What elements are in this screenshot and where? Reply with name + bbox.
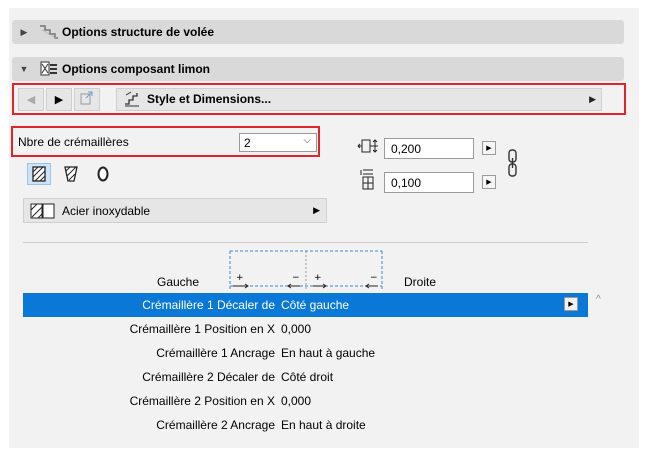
height-options-button[interactable]: ▶ xyxy=(482,175,496,189)
row-value[interactable]: Côté droit xyxy=(278,370,333,384)
row-value[interactable]: Côté gauche xyxy=(278,298,349,312)
row-name: Crémaillère 1 Décaler de xyxy=(142,298,275,312)
round-profile-button[interactable] xyxy=(91,163,115,185)
expand-arrow-icon: ▶ xyxy=(20,26,28,37)
table-row[interactable]: Crémaillère 1 Décaler de Côté gauche ▶ xyxy=(23,293,588,317)
profile-shape-selector xyxy=(27,163,115,185)
rectangular-profile-button[interactable] xyxy=(27,163,51,185)
next-arrow-icon: ▶ xyxy=(54,93,64,106)
chain-link-icon[interactable] xyxy=(507,148,519,181)
section-divider xyxy=(23,242,588,243)
chevron-down-icon: ⌵ xyxy=(303,135,311,146)
width-options-button[interactable]: ▶ xyxy=(482,141,496,155)
stringer-count-value: 2 xyxy=(244,135,251,150)
right-side-label: Droite xyxy=(404,275,437,289)
table-row[interactable]: Crémaillère 1 Position en X 0,000 xyxy=(23,317,588,341)
row-name: Crémaillère 2 Décaler de xyxy=(142,370,275,384)
svg-text:−: − xyxy=(292,273,300,283)
width-value: 0,200 xyxy=(391,141,422,156)
row-name: Crémaillère 2 Position en X xyxy=(129,394,275,408)
next-page-button[interactable]: ▶ xyxy=(46,87,72,111)
stringer-settings-table: Crémaillère 1 Décaler de Côté gauche ▶ Crém… xyxy=(23,293,588,437)
row-name: Crémaillère 2 Ancrage xyxy=(156,418,275,432)
section-structure-label: Options structure de volée xyxy=(62,25,215,39)
stringer-count-select[interactable]: 2 ⌵ xyxy=(239,133,317,152)
height-value: 0,100 xyxy=(391,175,422,190)
row-value[interactable]: En haut à gauche xyxy=(278,346,375,360)
collapse-arrow-icon: ▼ xyxy=(19,64,29,74)
stair-structure-icon xyxy=(36,23,62,41)
stringer-count-group: Nbre de crémaillères 2 ⌵ xyxy=(11,126,320,157)
table-row[interactable]: Crémaillère 2 Position en X 0,000 xyxy=(23,389,588,413)
svg-text:+: + xyxy=(314,273,322,283)
section-stringer-header[interactable]: ▼ Options composant limon xyxy=(12,57,624,81)
stringer-count-label: Nbre de crémaillères xyxy=(18,134,129,149)
scroll-up-icon[interactable]: ^ xyxy=(596,294,601,305)
width-dimension-icon xyxy=(357,137,379,158)
row-options-button[interactable]: ▶ xyxy=(564,297,578,311)
style-dimensions-dropdown[interactable]: Style et Dimensions... ▶ xyxy=(116,87,602,111)
section-structure-header[interactable]: ▶ Options structure de volée xyxy=(12,20,624,44)
play-arrow-icon: ▶ xyxy=(486,179,492,186)
left-side-label: Gauche xyxy=(157,275,200,289)
export-button[interactable] xyxy=(74,87,100,111)
style-dimensions-label: Style et Dimensions... xyxy=(147,92,272,106)
material-swatch-icon xyxy=(30,203,56,219)
row-name: Crémaillère 1 Ancrage xyxy=(156,346,275,360)
hatched-rectangle-icon xyxy=(32,166,46,182)
table-row[interactable]: Crémaillère 2 Décaler de Côté droit xyxy=(23,365,588,389)
section-stringer-label: Options composant limon xyxy=(62,62,211,76)
export-icon xyxy=(80,91,94,108)
material-dropdown[interactable]: Acier inoxydable ▶ xyxy=(23,198,327,223)
row-value[interactable]: En haut à droite xyxy=(278,418,366,432)
row-value[interactable]: 0,000 xyxy=(278,322,311,336)
dropdown-arrow-icon: ▶ xyxy=(313,205,320,215)
table-row[interactable]: Crémaillère 1 Ancrage En haut à gauche xyxy=(23,341,588,365)
row-value[interactable]: 0,000 xyxy=(278,394,311,408)
dropdown-arrow-icon: ▶ xyxy=(589,93,596,104)
height-dimension-icon xyxy=(358,169,380,194)
tapered-profile-icon xyxy=(64,166,78,182)
stringer-offset-diagram-icon: + − + − xyxy=(228,250,384,293)
row-name: Crémaillère 1 Position en X xyxy=(129,322,275,336)
play-arrow-icon: ▶ xyxy=(486,145,492,152)
svg-text:+: + xyxy=(236,273,244,283)
height-input[interactable]: 0,100 xyxy=(384,172,474,193)
material-label: Acier inoxydable xyxy=(62,203,151,218)
previous-page-button[interactable]: ◀ xyxy=(18,87,44,111)
tapered-profile-button[interactable] xyxy=(59,163,83,185)
previous-arrow-icon: ◀ xyxy=(26,93,36,106)
stringer-component-icon xyxy=(36,60,62,78)
stair-style-icon xyxy=(123,91,141,107)
table-row[interactable]: Crémaillère 2 Ancrage En haut à droite xyxy=(23,413,588,437)
svg-text:−: − xyxy=(370,273,378,283)
round-profile-icon xyxy=(97,166,109,182)
style-navigation-row: ◀ ▶ Style et Dimensions... ▶ xyxy=(12,83,626,115)
width-input[interactable]: 0,200 xyxy=(384,138,474,159)
